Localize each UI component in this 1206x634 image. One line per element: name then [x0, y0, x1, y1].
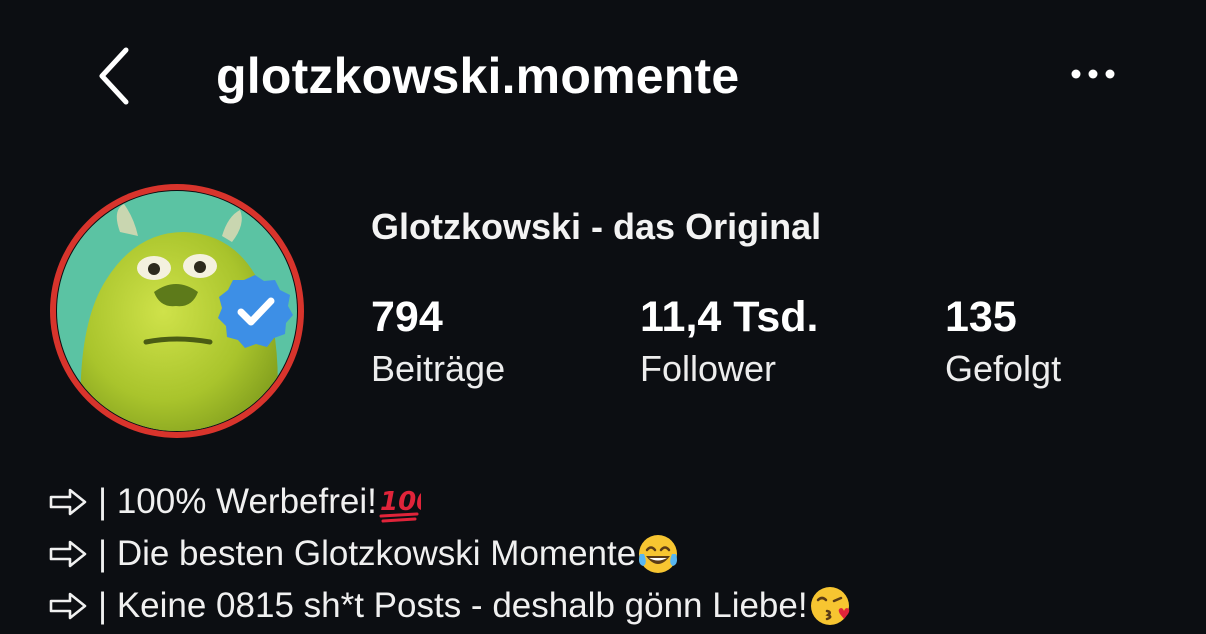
profile-display-name: Glotzkowski - das Original: [371, 206, 822, 247]
svg-text:100: 100: [380, 487, 421, 517]
stat-posts-count: 794: [371, 293, 443, 341]
stat-followers-count: 11,4 Tsd.: [640, 293, 819, 341]
bio-line: | Keine 0815 sh*t Posts - deshalb gönn L…: [48, 580, 1198, 632]
right-arrow-icon: [49, 592, 87, 620]
stat-followers-label: Follower: [640, 348, 777, 389]
chevron-left-icon: [99, 47, 129, 105]
bio-line-text: | 100% Werbefrei!: [98, 482, 377, 521]
bio-line-text: | Keine 0815 sh*t Posts - deshalb gönn L…: [98, 586, 808, 625]
kissing-heart-emoji: [810, 587, 849, 625]
stat-following-count: 135: [945, 293, 1017, 341]
profile-username: glotzkowski.momente: [216, 48, 740, 104]
stat-posts[interactable]: 794 Beiträge: [371, 292, 505, 396]
stat-followers[interactable]: 11,4 Tsd. Follower: [640, 292, 818, 396]
bio-line: | Die besten Glotzkowski Momente: [48, 528, 1198, 580]
right-arrow-icon: [49, 488, 87, 516]
tears-of-joy-emoji: [639, 535, 678, 573]
more-horizontal-icon: [1071, 69, 1115, 79]
verified-badge-icon: [214, 270, 296, 352]
stat-following[interactable]: 135 Gefolgt: [945, 292, 1061, 396]
stat-posts-label: Beiträge: [371, 348, 506, 389]
bio-line: | 100% Werbefrei! 100: [48, 476, 1198, 528]
back-button[interactable]: [84, 40, 144, 112]
more-options-button[interactable]: [1058, 54, 1128, 94]
bio-line-text: | Die besten Glotzkowski Momente: [98, 534, 637, 573]
hundred-points-emoji: 100: [379, 487, 421, 523]
stat-following-label: Gefolgt: [945, 348, 1062, 389]
right-arrow-icon: [49, 540, 87, 568]
profile-bio: | 100% Werbefrei! 100 | Die besten Glotz…: [48, 476, 1198, 632]
